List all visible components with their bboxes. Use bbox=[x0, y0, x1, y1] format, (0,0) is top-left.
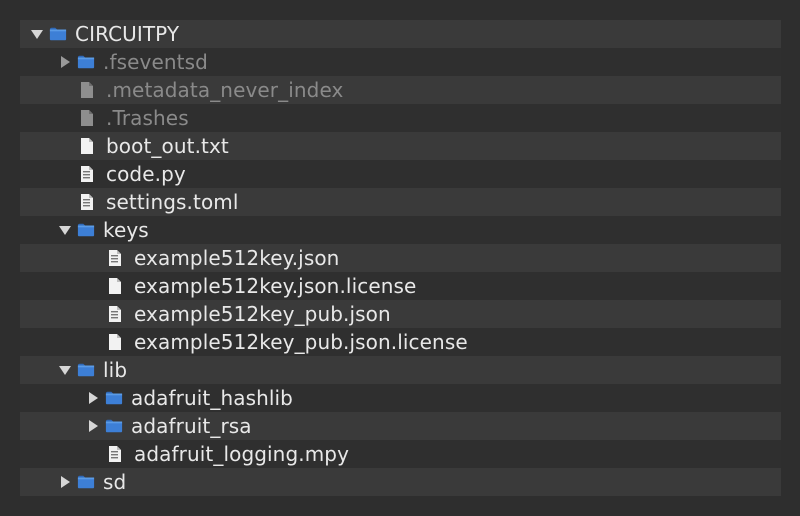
tree-item-label: example512key_pub.json.license bbox=[134, 330, 468, 354]
folder-icon bbox=[77, 216, 95, 244]
tree-item-label: settings.toml bbox=[106, 190, 239, 214]
disclosure-triangle-expanded-icon[interactable] bbox=[29, 20, 45, 48]
tree-row-lib[interactable]: lib bbox=[20, 356, 781, 384]
code-file-icon bbox=[105, 440, 126, 468]
tree-item-label: lib bbox=[103, 358, 128, 382]
tree-item-label: adafruit_rsa bbox=[131, 414, 252, 438]
tree-row-settings-toml[interactable]: settings.toml bbox=[20, 188, 781, 216]
folder-icon bbox=[105, 412, 123, 440]
code-file-icon bbox=[105, 300, 126, 328]
code-file-icon bbox=[77, 188, 98, 216]
disclosure-triangle-expanded-icon[interactable] bbox=[57, 216, 73, 244]
tree-row-example512key-json-license[interactable]: example512key.json.license bbox=[20, 272, 781, 300]
tree-row-code-py[interactable]: code.py bbox=[20, 160, 781, 188]
tree-item-label: .fseventsd bbox=[103, 50, 208, 74]
tree-item-label: code.py bbox=[106, 162, 186, 186]
tree-item-label: .Trashes bbox=[106, 106, 189, 130]
tree-row-boot-out-txt[interactable]: boot_out.txt bbox=[20, 132, 781, 160]
tree-item-label: CIRCUITPY bbox=[75, 22, 180, 46]
disclosure-triangle-collapsed-icon[interactable] bbox=[85, 412, 101, 440]
code-file-icon bbox=[105, 244, 126, 272]
tree-item-label: adafruit_hashlib bbox=[131, 386, 293, 410]
tree-item-label: boot_out.txt bbox=[106, 134, 229, 158]
file-icon bbox=[105, 328, 126, 356]
file-icon bbox=[77, 76, 98, 104]
file-icon bbox=[105, 272, 126, 300]
tree-item-label: example512key.json bbox=[134, 246, 340, 270]
tree-item-label: keys bbox=[103, 218, 149, 242]
disclosure-triangle-collapsed-icon[interactable] bbox=[57, 468, 73, 496]
tree-item-label: adafruit_logging.mpy bbox=[134, 442, 350, 466]
tree-row-example512key-pub-json-license[interactable]: example512key_pub.json.license bbox=[20, 328, 781, 356]
file-icon bbox=[77, 104, 98, 132]
tree-row-fseventsd[interactable]: .fseventsd bbox=[20, 48, 781, 76]
folder-icon bbox=[49, 20, 67, 48]
folder-icon bbox=[105, 384, 123, 412]
tree-item-label: example512key.json.license bbox=[134, 274, 417, 298]
tree-row-circuitpy[interactable]: CIRCUITPY bbox=[20, 20, 781, 48]
tree-item-label: example512key_pub.json bbox=[134, 302, 391, 326]
tree-row-example512key-pub-json[interactable]: example512key_pub.json bbox=[20, 300, 781, 328]
tree-row-trashes[interactable]: .Trashes bbox=[20, 104, 781, 132]
folder-icon bbox=[77, 356, 95, 384]
disclosure-triangle-collapsed-icon[interactable] bbox=[85, 384, 101, 412]
file-tree: CIRCUITPY .fseventsd .metadata_never_index… bbox=[20, 20, 781, 496]
tree-item-label: sd bbox=[103, 470, 127, 494]
tree-row-sd[interactable]: sd bbox=[20, 468, 781, 496]
tree-row-adafruit-hashlib[interactable]: adafruit_hashlib bbox=[20, 384, 781, 412]
tree-row-keys[interactable]: keys bbox=[20, 216, 781, 244]
tree-row-example512key-json[interactable]: example512key.json bbox=[20, 244, 781, 272]
tree-item-label: .metadata_never_index bbox=[106, 78, 344, 102]
tree-row-metadata-never-index[interactable]: .metadata_never_index bbox=[20, 76, 781, 104]
tree-row-adafruit-logging-mpy[interactable]: adafruit_logging.mpy bbox=[20, 440, 781, 468]
file-icon bbox=[77, 132, 98, 160]
folder-icon bbox=[77, 48, 95, 76]
disclosure-triangle-collapsed-icon[interactable] bbox=[57, 48, 73, 76]
disclosure-triangle-expanded-icon[interactable] bbox=[57, 356, 73, 384]
folder-icon bbox=[77, 468, 95, 496]
tree-row-adafruit-rsa[interactable]: adafruit_rsa bbox=[20, 412, 781, 440]
code-file-icon bbox=[77, 160, 98, 188]
